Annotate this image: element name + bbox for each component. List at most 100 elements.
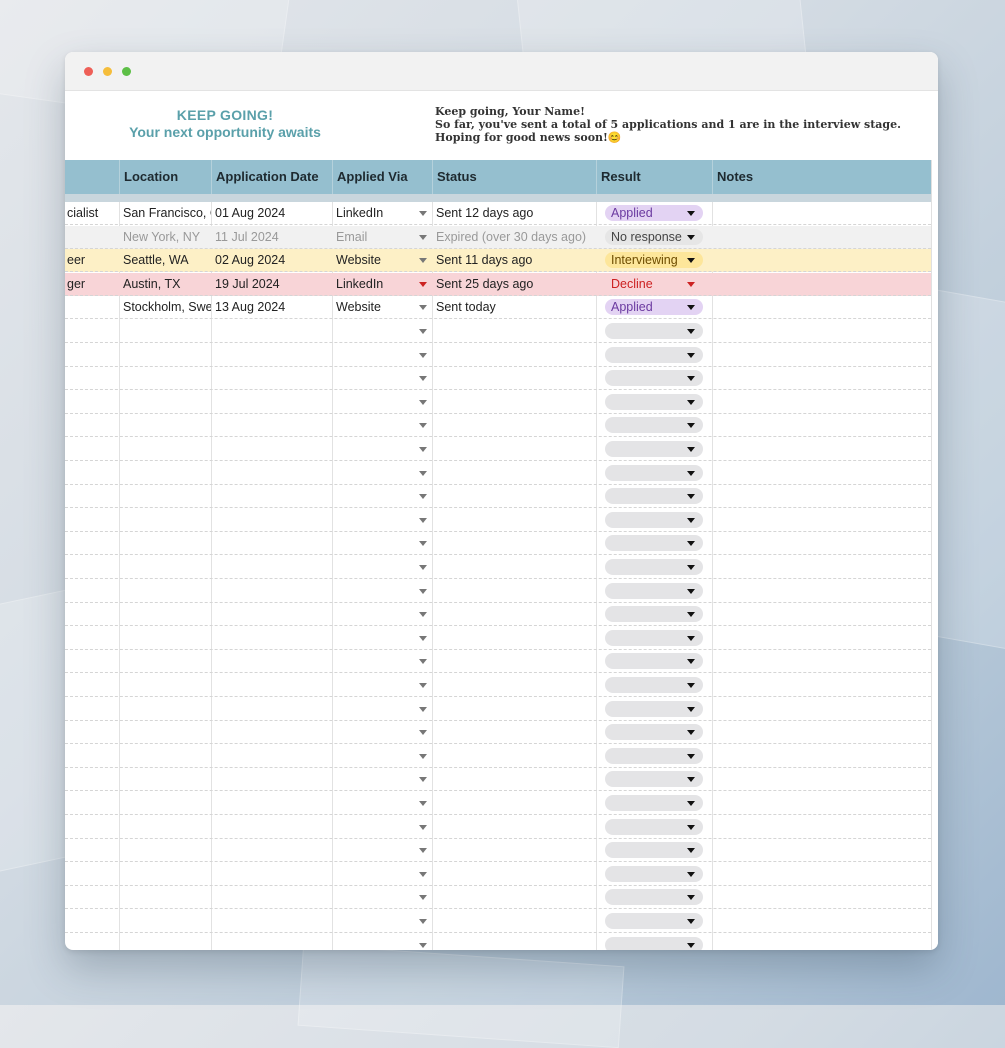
status-cell[interactable]	[432, 650, 596, 673]
application-date-cell[interactable]	[211, 768, 332, 791]
applied-via-cell[interactable]	[332, 532, 432, 555]
notes-cell[interactable]	[712, 816, 931, 839]
notes-cell[interactable]	[712, 627, 931, 650]
applied-via-dropdown-icon[interactable]	[419, 494, 427, 500]
applied-via-dropdown-icon[interactable]	[419, 281, 427, 287]
notes-cell[interactable]	[712, 768, 931, 791]
role-cell[interactable]	[65, 344, 117, 367]
application-date-cell[interactable]: 13 Aug 2024	[211, 296, 332, 319]
notes-cell[interactable]	[712, 391, 931, 414]
application-date-cell[interactable]	[211, 580, 332, 603]
applied-via-dropdown-icon[interactable]	[419, 706, 427, 712]
application-date-cell[interactable]	[211, 485, 332, 508]
applied-via-cell[interactable]	[332, 580, 432, 603]
notes-cell[interactable]	[712, 863, 931, 886]
applied-via-cell[interactable]	[332, 792, 432, 815]
result-dropdown[interactable]	[605, 582, 703, 599]
status-cell[interactable]	[432, 485, 596, 508]
role-cell[interactable]	[65, 367, 117, 390]
application-date-cell[interactable]	[211, 934, 332, 950]
applied-via-cell[interactable]: Website	[332, 296, 432, 319]
status-cell[interactable]	[432, 509, 596, 532]
applied-via-dropdown-icon[interactable]	[419, 234, 427, 240]
role-cell[interactable]	[65, 650, 117, 673]
role-cell[interactable]	[65, 603, 117, 626]
result-dropdown[interactable]: Decline	[605, 276, 703, 292]
header-cell-result[interactable]: Result	[596, 160, 712, 194]
application-date-cell[interactable]	[211, 863, 332, 886]
application-date-cell[interactable]	[211, 391, 332, 414]
role-cell[interactable]	[65, 863, 117, 886]
role-cell[interactable]	[65, 839, 117, 862]
notes-cell[interactable]	[712, 509, 931, 532]
role-cell[interactable]	[65, 580, 117, 603]
result-dropdown[interactable]	[605, 606, 703, 623]
applied-via-dropdown-icon[interactable]	[419, 399, 427, 405]
applied-via-dropdown-icon[interactable]	[419, 659, 427, 665]
status-cell[interactable]	[432, 391, 596, 414]
location-cell[interactable]	[119, 674, 211, 697]
notes-cell[interactable]	[712, 249, 931, 272]
applied-via-cell[interactable]	[332, 556, 432, 579]
status-cell[interactable]	[432, 344, 596, 367]
role-cell[interactable]	[65, 768, 117, 791]
location-cell[interactable]	[119, 603, 211, 626]
applied-via-cell[interactable]	[332, 438, 432, 461]
role-cell[interactable]	[65, 934, 117, 950]
applied-via-cell[interactable]: LinkedIn	[332, 273, 432, 296]
location-cell[interactable]	[119, 344, 211, 367]
application-date-cell[interactable]	[211, 414, 332, 437]
role-cell[interactable]	[65, 910, 117, 933]
applied-via-dropdown-icon[interactable]	[419, 919, 427, 924]
notes-cell[interactable]	[712, 745, 931, 768]
location-cell[interactable]	[119, 320, 211, 343]
role-cell[interactable]	[65, 721, 117, 744]
status-cell[interactable]	[432, 674, 596, 697]
location-cell[interactable]	[119, 462, 211, 485]
location-cell[interactable]	[119, 509, 211, 532]
role-cell[interactable]	[65, 627, 117, 650]
result-dropdown[interactable]	[605, 441, 703, 457]
applied-via-dropdown-icon[interactable]	[419, 447, 427, 452]
applied-via-cell[interactable]	[332, 320, 432, 343]
status-cell[interactable]	[432, 768, 596, 791]
application-date-cell[interactable]	[211, 320, 332, 343]
location-cell[interactable]	[119, 438, 211, 461]
location-cell[interactable]: Austin, TX	[119, 273, 211, 296]
applied-via-dropdown-icon[interactable]	[419, 305, 427, 311]
applied-via-dropdown-icon[interactable]	[419, 423, 427, 429]
result-dropdown[interactable]	[605, 842, 703, 859]
status-cell[interactable]	[432, 792, 596, 815]
result-dropdown[interactable]	[605, 323, 703, 339]
location-cell[interactable]	[119, 792, 211, 815]
status-cell[interactable]	[432, 438, 596, 461]
status-cell[interactable]: Sent 11 days ago	[432, 249, 596, 272]
applied-via-dropdown-icon[interactable]	[419, 683, 427, 688]
status-cell[interactable]	[432, 367, 596, 390]
application-date-cell[interactable]	[211, 839, 332, 862]
application-date-cell[interactable]	[211, 344, 332, 367]
header-cell-status[interactable]: Status	[432, 160, 596, 194]
status-cell[interactable]	[432, 603, 596, 626]
role-cell[interactable]	[65, 886, 117, 909]
status-cell[interactable]	[432, 910, 596, 933]
applied-via-dropdown-icon[interactable]	[419, 871, 427, 877]
applied-via-dropdown-icon[interactable]	[419, 848, 427, 854]
role-cell[interactable]	[65, 485, 117, 508]
applied-via-cell[interactable]	[332, 391, 432, 414]
role-cell[interactable]: eer	[65, 249, 117, 272]
result-dropdown[interactable]	[605, 771, 703, 788]
applied-via-dropdown-icon[interactable]	[419, 565, 427, 570]
application-date-cell[interactable]	[211, 627, 332, 650]
applied-via-cell[interactable]	[332, 816, 432, 839]
notes-cell[interactable]	[712, 934, 931, 950]
applied-via-dropdown-icon[interactable]	[419, 329, 427, 334]
notes-cell[interactable]	[712, 532, 931, 555]
notes-cell[interactable]	[712, 721, 931, 744]
location-cell[interactable]	[119, 816, 211, 839]
result-dropdown[interactable]	[605, 535, 703, 552]
applied-via-cell[interactable]	[332, 698, 432, 721]
location-cell[interactable]	[119, 650, 211, 673]
application-date-cell[interactable]	[211, 910, 332, 933]
status-cell[interactable]	[432, 816, 596, 839]
